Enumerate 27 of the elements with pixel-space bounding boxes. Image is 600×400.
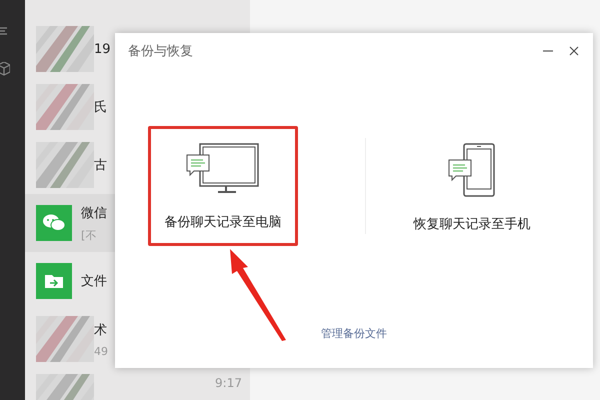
chat-item[interactable]: 19 xyxy=(25,20,115,78)
phone-chat-icon xyxy=(448,143,496,197)
list-icon[interactable] xyxy=(0,26,10,36)
chat-name: 古 xyxy=(94,157,107,174)
chat-item[interactable]: 微信 [不 xyxy=(25,194,115,252)
backup-option[interactable]: 恢复聊天记录至手机 xyxy=(397,126,547,246)
chat-name: 文件 xyxy=(81,273,107,290)
chat-name: 氏 xyxy=(94,99,107,116)
backup-option[interactable]: 备份聊天记录至电脑 xyxy=(148,126,298,246)
minimize-icon xyxy=(543,50,553,52)
chat-item[interactable]: 氏 xyxy=(25,78,115,136)
chat-item[interactable]: 术 49 xyxy=(25,310,115,368)
chat-preview: [不 xyxy=(81,228,98,242)
computer-chat-icon xyxy=(186,143,260,195)
manage-backups-link[interactable]: 管理备份文件 xyxy=(321,326,387,341)
chat-item[interactable]: 古 xyxy=(25,136,115,194)
chat-name: 术 xyxy=(94,322,108,338)
close-icon xyxy=(569,46,579,56)
chat-name: 19 xyxy=(94,42,111,56)
chat-time: 9:17 xyxy=(215,376,242,390)
chat-preview: 49 xyxy=(94,344,108,358)
cube-icon[interactable] xyxy=(0,62,10,76)
dialog-title: 备份与恢复 xyxy=(128,42,194,60)
folder-icon xyxy=(36,263,72,299)
chat-name: 微信 xyxy=(81,204,107,222)
chat-item[interactable]: 文件 xyxy=(25,252,115,310)
chat-app-icon xyxy=(36,205,72,241)
